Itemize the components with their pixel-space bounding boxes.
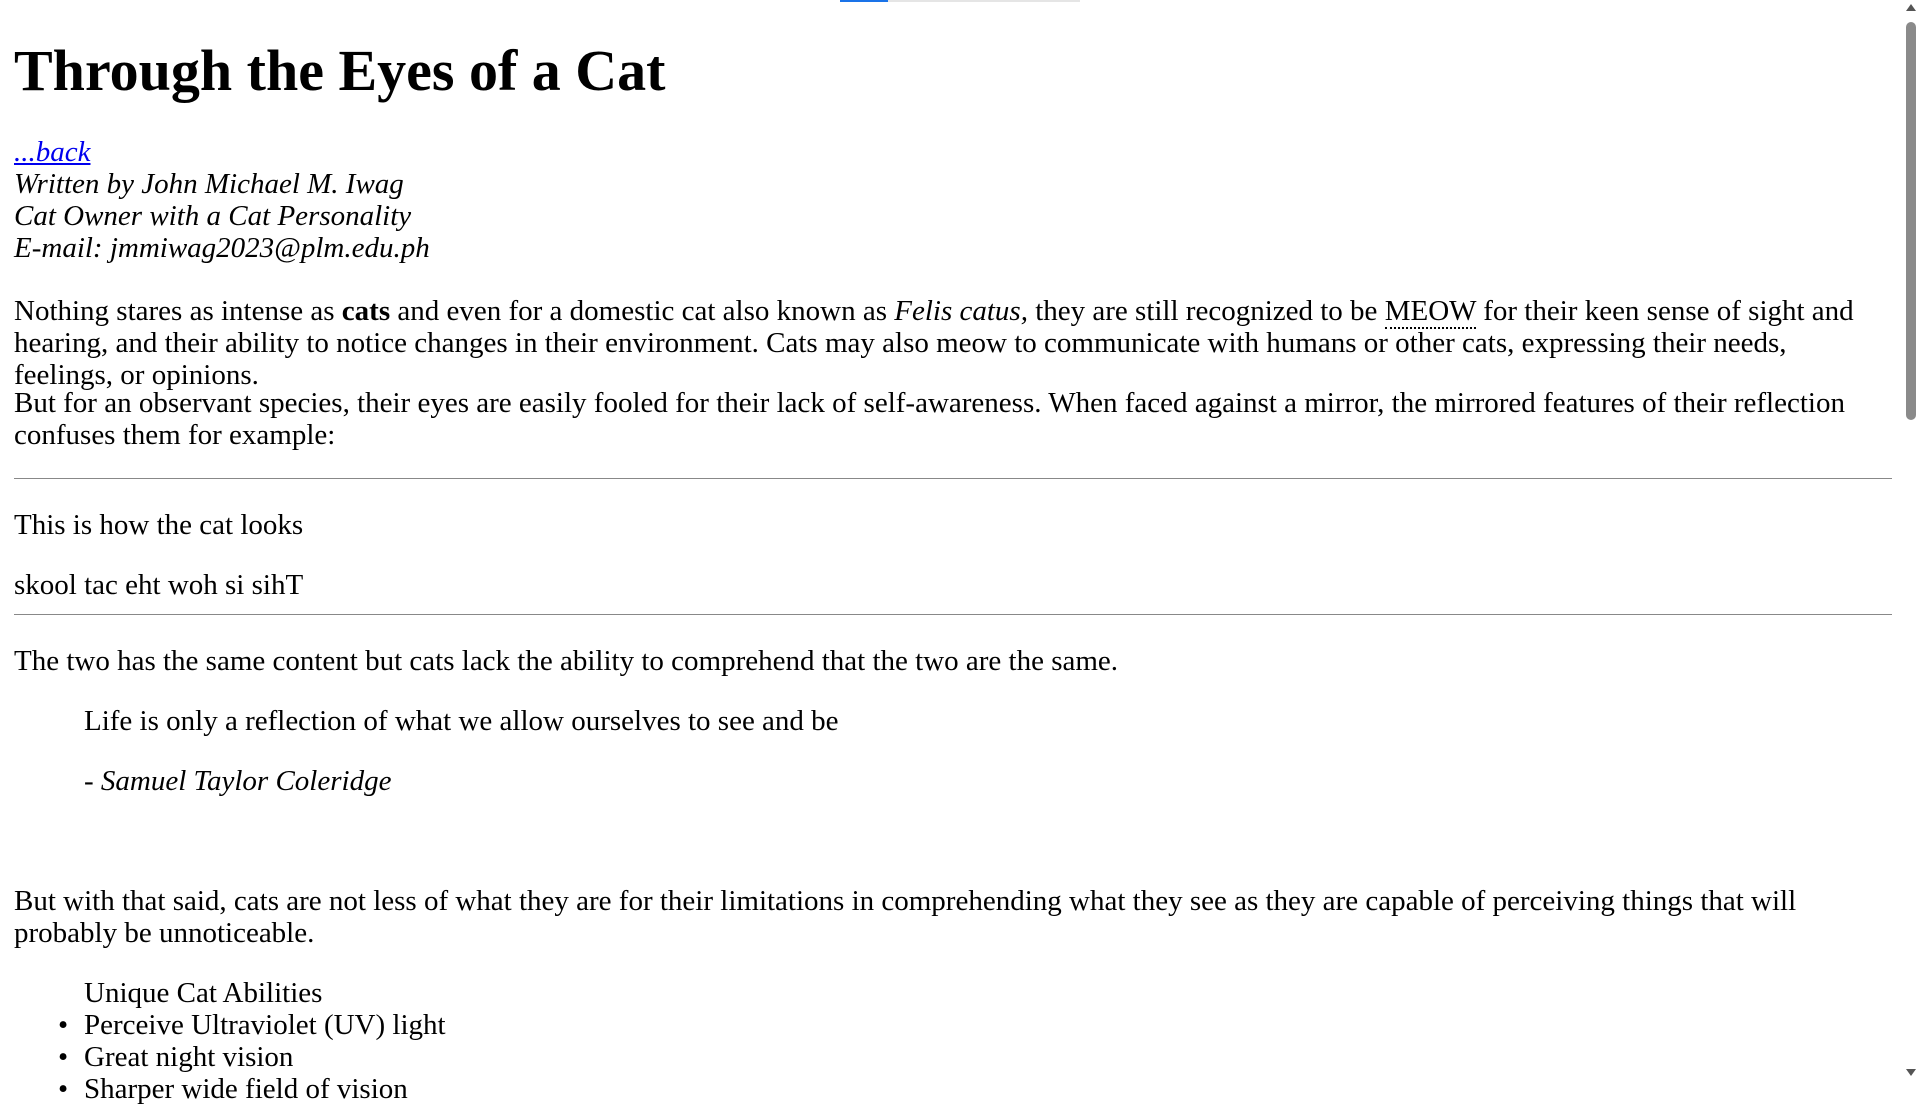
intro-scientific-name: Felis catus, (894, 295, 1028, 327)
byline: ...back Written by John Michael M. Iwag … (14, 136, 430, 264)
comparison-paragraph: The two has the same content but cats la… (14, 645, 1119, 677)
intro-text-3: they are still recognized to be (1027, 295, 1385, 327)
abilities-list: Perceive Ultraviolet (UV) light Great ni… (58, 1009, 446, 1105)
conclusion-paragraph: But with that said, cats are not less of… (14, 885, 1797, 949)
author-role: Cat Owner with a Cat Personality (14, 200, 412, 232)
author-email: E-mail: jmmiwag2023@plm.edu.ph (14, 232, 430, 264)
meow-abbreviation[interactable]: MEOW (1384, 295, 1476, 329)
mirror-intro-paragraph: But for an observant species, their eyes… (14, 387, 1845, 451)
page-title: Through the Eyes of a Cat (14, 38, 666, 103)
list-item: Great night vision (58, 1041, 446, 1073)
loading-progress (840, 0, 888, 2)
tab-loading-indicator (840, 0, 1080, 2)
list-item: Perceive Ultraviolet (UV) light (58, 1009, 446, 1041)
scrollbar-thumb[interactable] (1906, 22, 1916, 420)
back-link[interactable]: ...back (14, 136, 91, 168)
vertical-scrollbar[interactable] (1902, 0, 1920, 1080)
quote-text: Life is only a reflection of what we all… (84, 705, 839, 737)
intro-paragraph: Nothing stares as intense as cats and ev… (14, 295, 1892, 391)
abilities-caption: Unique Cat Abilities (84, 977, 323, 1009)
scroll-down-arrow-icon[interactable] (1906, 1069, 1916, 1076)
divider-top (14, 478, 1892, 479)
scroll-up-arrow-icon[interactable] (1906, 4, 1916, 11)
example-mirrored-text: skool tac eht woh si sihT (14, 569, 304, 601)
quote-author: - Samuel Taylor Coleridge (84, 765, 392, 797)
list-item: Sharper wide field of vision (58, 1073, 446, 1105)
author-line: Written by John Michael M. Iwag (14, 168, 404, 200)
intro-text-2: and even for a domestic cat also known a… (390, 295, 895, 327)
intro-text-1: Nothing stares as intense as (14, 295, 342, 327)
example-normal-text: This is how the cat looks (14, 509, 304, 541)
intro-bold-cats: cats (341, 295, 391, 327)
divider-bottom (14, 614, 1892, 615)
